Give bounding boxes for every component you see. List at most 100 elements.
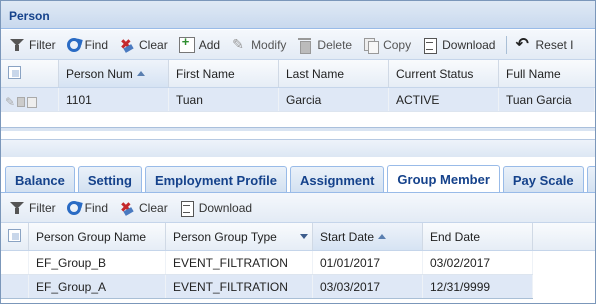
column-first-name[interactable]: First Name — [169, 60, 279, 87]
row-checkbox-cell[interactable] — [1, 275, 29, 298]
cell-end-date: 12/31/9999 — [423, 275, 533, 298]
table-row[interactable]: EF_Group_A EVENT_FILTRATION 03/03/2017 1… — [1, 275, 533, 299]
cell-group-name: EF_Group_B — [29, 251, 166, 274]
copy-button[interactable]: Copy — [359, 34, 418, 56]
column-person-group-type[interactable]: Person Group Type — [166, 223, 313, 250]
select-all-checkbox[interactable] — [1, 60, 59, 87]
column-label: End Date — [430, 230, 481, 244]
cell-end-date: 03/02/2017 — [423, 251, 533, 274]
trash-icon[interactable] — [17, 97, 26, 107]
cell-group-name: EF_Group_A — [29, 275, 166, 298]
cell-person-num: 1101 — [59, 88, 169, 111]
table-row[interactable]: EF_Group_B EVENT_FILTRATION 01/01/2017 0… — [1, 251, 533, 275]
group-member-grid: Person Group Name Person Group Type Star… — [1, 223, 595, 299]
add-label: Add — [198, 37, 221, 52]
sort-ascending-icon — [136, 71, 145, 76]
cell-last-name: Garcia — [279, 88, 389, 111]
undo-icon — [515, 34, 531, 54]
sort-ascending-icon — [378, 234, 387, 239]
column-start-date[interactable]: Start Date — [313, 223, 423, 250]
table-row[interactable]: ✎ 1101 Tuan Garcia ACTIVE Tuan Garcia — [1, 88, 595, 112]
reset-label: Reset I — [535, 37, 574, 52]
tab-group-member[interactable]: Group Member — [387, 165, 500, 192]
clear-icon — [119, 36, 135, 53]
add-icon — [178, 34, 195, 53]
detail-tabs: Balance Setting Employment Profile Assig… — [1, 159, 595, 193]
filter-label: Filter — [29, 37, 56, 52]
column-last-name[interactable]: Last Name — [279, 60, 389, 87]
reset-button[interactable]: Reset I — [511, 34, 580, 56]
cell-full-name: Tuan Garcia — [499, 88, 595, 111]
person-grid-header: Person Num First Name Last Name Current … — [1, 60, 595, 88]
person-grid: Person Num First Name Last Name Current … — [1, 60, 595, 112]
delete-button[interactable]: Delete — [293, 34, 359, 56]
add-button[interactable]: Add — [175, 34, 227, 56]
clear-button[interactable]: Clear — [115, 34, 175, 56]
clear-label: Clear — [139, 200, 168, 215]
copy-label: Copy — [383, 37, 412, 52]
filter-label: Filter — [29, 200, 56, 215]
tab-employment-profile[interactable]: Employment Profile — [144, 166, 288, 192]
column-label: Start Date — [320, 230, 375, 244]
checkbox-icon — [8, 229, 21, 242]
cell-start-date: 01/01/2017 — [313, 251, 423, 274]
column-label: Person Group Type — [173, 230, 277, 244]
group-grid-header: Person Group Name Person Group Type Star… — [1, 223, 595, 251]
column-person-num[interactable]: Person Num — [59, 60, 169, 87]
column-person-group-name[interactable]: Person Group Name — [29, 223, 166, 250]
person-window: Person Filter Find Clear Add Modify Dele… — [0, 0, 596, 304]
tab-setting[interactable]: Setting — [77, 166, 142, 192]
modify-label: Modify — [251, 37, 287, 52]
detail-panel-header — [1, 139, 595, 157]
clear-label: Clear — [139, 37, 168, 52]
find-icon — [66, 200, 81, 215]
row-checkbox-cell[interactable] — [1, 251, 29, 274]
copy-icon — [363, 37, 380, 54]
chevron-down-icon[interactable] — [300, 234, 308, 239]
find-button[interactable]: Find — [63, 197, 115, 219]
toolbar-separator — [506, 35, 508, 54]
column-label: Person Group Name — [36, 230, 147, 244]
column-label: Person Num — [66, 67, 133, 81]
filter-button[interactable]: Filter — [5, 197, 63, 219]
tab-balance[interactable]: Balance — [5, 166, 75, 192]
cell-start-date: 03/03/2017 — [313, 275, 423, 298]
tab-assignment[interactable]: Assignment — [290, 166, 385, 192]
clear-icon — [119, 199, 135, 216]
modify-button[interactable]: Modify — [227, 34, 293, 56]
cell-first-name: Tuan — [169, 88, 279, 111]
column-current-status[interactable]: Current Status — [389, 60, 499, 87]
modify-icon — [231, 36, 247, 53]
delete-label: Delete — [317, 37, 353, 52]
download-icon — [422, 37, 438, 54]
column-full-name[interactable]: Full Name — [499, 60, 595, 87]
column-label: Last Name — [286, 67, 345, 81]
panel-splitter[interactable] — [1, 127, 595, 159]
column-label: Current Status — [396, 67, 474, 81]
select-all-checkbox[interactable] — [1, 223, 29, 250]
find-button[interactable]: Find — [63, 34, 115, 56]
column-label: Full Name — [506, 67, 561, 81]
filter-button[interactable]: Filter — [5, 34, 63, 56]
download-label: Download — [442, 37, 496, 52]
splitter-bar — [1, 127, 595, 131]
find-label: Find — [84, 200, 109, 215]
clear-button[interactable]: Clear — [115, 197, 175, 219]
checkbox-icon — [8, 66, 21, 79]
tab-pay-scale[interactable]: Pay Scale — [502, 166, 584, 192]
download-button[interactable]: Download — [418, 34, 502, 56]
download-icon — [179, 200, 195, 217]
row-actions: ✎ — [1, 88, 59, 111]
person-toolbar: Filter Find Clear Add Modify Delete Copy… — [1, 30, 595, 60]
cell-status: ACTIVE — [389, 88, 499, 111]
panel-title: Person — [1, 1, 595, 29]
trash-icon — [297, 37, 313, 54]
column-end-date[interactable]: End Date — [423, 223, 533, 250]
download-button[interactable]: Download — [175, 197, 259, 219]
find-icon — [66, 37, 81, 52]
cell-group-type: EVENT_FILTRATION — [166, 275, 313, 298]
copy-icon[interactable] — [27, 96, 38, 108]
tab-overflow[interactable]: E — [586, 166, 595, 192]
filter-icon — [9, 200, 25, 216]
edit-icon[interactable]: ✎ — [5, 95, 15, 109]
